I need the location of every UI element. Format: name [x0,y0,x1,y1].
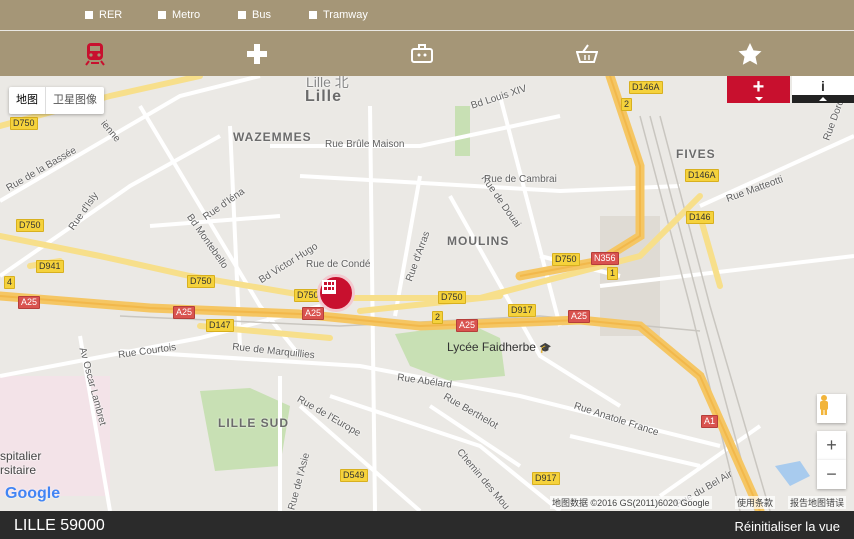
poi-label: Lycée Faidherbe [447,340,536,354]
star-icon[interactable] [735,39,765,69]
street-view-pegman-icon[interactable] [817,394,846,423]
reset-view-link[interactable]: Réinitialiser la vue [735,519,841,534]
road-shield: D146 [686,211,714,224]
train-icon[interactable] [80,39,110,69]
footer-bar: LILLE 59000 Réinitialiser la vue [0,511,854,539]
road-shield: D917 [532,472,560,485]
briefcase-icon[interactable] [407,39,437,69]
health-cross-icon[interactable] [242,39,272,69]
street-label: Rue de Cambrai [484,174,557,185]
road-shield: D941 [36,260,64,273]
city-label: LILLE 59000 [14,517,105,534]
map-type-map[interactable]: 地图 [9,87,46,114]
road-shield: 4 [4,276,16,289]
checkbox-metro[interactable] [158,11,166,19]
map-roads [0,76,854,511]
road-shield: D146A [629,81,663,94]
street-label: spitalier [0,449,42,463]
district-label-lille-sud: LILLE SUD [218,416,289,430]
filter-rer[interactable]: RER [85,8,122,22]
info-icon: i [821,77,825,94]
map-type-satellite[interactable]: 卫星图像 [46,87,104,114]
road-shield: 1 [607,267,619,280]
district-label-moulins: MOULINS [447,234,510,248]
terms-link[interactable]: 使用条款 [735,496,776,509]
zoom-in-button[interactable]: + [817,431,846,460]
road-shield: A25 [173,306,196,319]
filter-bus[interactable]: Bus [238,8,271,22]
road-shield: A25 [18,296,41,309]
road-shield: D917 [508,304,536,317]
road-shield: D750 [16,219,44,232]
map-canvas[interactable]: Lille Lille 北 WAZEMMES FIVES MOULINS LIL… [0,76,854,511]
street-label: Rue de Condé [306,259,371,270]
info-button[interactable]: i [792,76,854,103]
chevron-down-icon [754,96,763,101]
plus-label: + [752,76,765,98]
road-shield: D146A [685,169,719,182]
road-shield: A25 [456,319,479,332]
road-shield: D549 [340,469,368,482]
road-shield: A25 [302,307,325,320]
zoom-out-button[interactable]: − [817,460,846,489]
building-icon [322,280,336,294]
checkbox-bus[interactable] [238,11,246,19]
district-label-wazemmes: WAZEMMES [233,130,312,144]
expand-menu-button[interactable]: + [727,76,790,103]
filter-tramway[interactable]: Tramway [309,8,368,22]
road-shield: 2 [432,311,444,324]
checkbox-tramway[interactable] [309,11,317,19]
shopping-basket-icon[interactable] [572,39,602,69]
street-label: Rue Brûle Maison [325,139,405,150]
road-shield: 2 [621,98,633,111]
road-shield: D750 [187,275,215,288]
road-shield: A1 [701,415,719,428]
category-bar [0,31,854,76]
street-label: rsitaire [0,463,37,477]
road-shield: N356 [591,252,619,265]
poi-lycee-faidherbe[interactable]: Lycée Faidherbe 🎓 [447,340,552,354]
google-logo: Google [5,485,61,502]
chevron-up-icon [819,97,827,101]
map-type-control: 地图 卫星图像 [9,87,104,114]
district-label-lille-cn: Lille 北 [306,76,349,90]
road-shield: A25 [568,310,591,323]
checkbox-rer[interactable] [85,11,93,19]
transport-filter-bar: RER Metro Bus Tramway [0,0,854,30]
road-shield: D750 [10,117,38,130]
road-shield: D147 [206,319,234,332]
school-icon: 🎓 [539,343,552,354]
district-label-fives: FIVES [676,147,716,161]
filter-metro[interactable]: Metro [158,8,200,22]
road-shield: D750 [438,291,466,304]
location-marker[interactable] [317,274,355,312]
road-shield: D750 [552,253,580,266]
report-error-link[interactable]: 报告地图错误 [788,496,847,509]
map-attribution: 地图数据 ©2016 GS(2011)6020 Google [550,496,712,509]
